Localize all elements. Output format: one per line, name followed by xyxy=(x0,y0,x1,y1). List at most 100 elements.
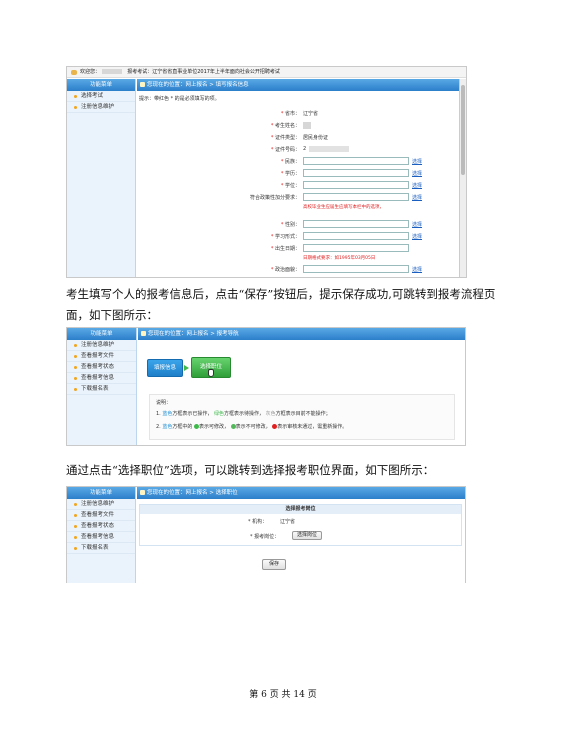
sidebar-item-view-status[interactable]: 查看报考状态 xyxy=(67,521,135,532)
field-label: * 出生日期： xyxy=(271,245,300,252)
position-panel: 选择报考岗位 * 机构： 辽宁省 * 报考岗位： 选择岗位 xyxy=(139,504,462,546)
note-text: 表示可修改， xyxy=(199,424,230,430)
field-label-text: 考生姓名： xyxy=(274,123,300,129)
sidebar-item-view-files[interactable]: 查看报考文件 xyxy=(67,351,136,362)
form-area: 提示：带红色 * 的是必须填写的项。 * 省市： 辽宁省 * 考生姓名： * 证件类型… xyxy=(137,92,459,277)
select-link[interactable]: 选择 xyxy=(412,182,422,189)
sidebar-item-select-exam[interactable]: 选择考试 xyxy=(67,91,135,102)
step-fill-info-label: 填报信息 xyxy=(153,365,176,371)
field-label-text: 符合政策性加分要求： xyxy=(249,195,300,201)
form-row: * 省市： 辽宁省 xyxy=(137,108,459,119)
sidebar-item-registration[interactable]: 注册信息维护 xyxy=(67,499,135,510)
sidebar-item-registration[interactable]: 注册信息维护 xyxy=(67,102,135,113)
select-link[interactable]: 选择 xyxy=(412,158,422,165)
paragraph-select-position: 通过点击“选择职位”选项，可以跳转到选择报考职位界面，如下图所示： xyxy=(66,460,506,481)
field-value: 居民身份证 xyxy=(303,135,329,141)
redacted-username xyxy=(101,69,122,74)
paragraph-line: 面，如下图所示： xyxy=(66,308,158,322)
form-row: * 学位： 选择 xyxy=(137,180,459,191)
sidebar-item-registration[interactable]: 注册信息维护 xyxy=(67,340,136,351)
menu-title: 功能菜单 xyxy=(67,487,135,499)
sidebar-item-download-form[interactable]: 下载报名表 xyxy=(67,543,135,554)
text-input[interactable] xyxy=(303,193,409,201)
sidebar-item-view-status[interactable]: 查看报考状态 xyxy=(67,362,136,373)
org-label: * 机构： xyxy=(248,519,268,525)
field-label: * 性别： xyxy=(281,221,300,228)
field-label-text: 性别： xyxy=(284,222,300,228)
form-hint: 提示：带红色 * 的是必须填写的项。 xyxy=(139,96,220,102)
note-text: 表示审核未通过，需重新操作。 xyxy=(277,424,348,430)
step-select-position-button[interactable]: 选择职位 xyxy=(191,357,231,378)
field-label-text: 证件号码： xyxy=(274,147,300,153)
notes-box: 说明： 1. 蓝色方框表示已操作， 绿色方框表示待操作， 灰色方框表示目前不能操… xyxy=(149,394,455,440)
post-label: * 报考岗位： xyxy=(250,534,280,540)
form-row: * 学历： 选择 xyxy=(137,168,459,179)
form-row: * 性别： 选择 xyxy=(137,219,459,230)
field-label: * 考生姓名： xyxy=(271,122,300,129)
note-text: 方框表示目前不能操作； xyxy=(275,411,331,417)
form-row: * 出生日期： 日期格式要求：如1995年03月05日 xyxy=(137,243,459,261)
sidebar-item-view-info[interactable]: 查看报考信息 xyxy=(67,532,135,543)
note-text: 方框表示待操作， xyxy=(224,411,265,417)
note-line-2: 2. 蓝色方框中的 表示可修改， 表示不可修改， 表示审核未通过，需重新操作。 xyxy=(156,423,448,430)
sidebar-item-download-form[interactable]: 下载报名表 xyxy=(67,384,136,395)
select-link[interactable]: 选择 xyxy=(412,194,422,201)
breadcrumb: 您现在的位置：网上报名 > 报考导航 xyxy=(138,328,465,340)
step-fill-info-button[interactable]: 填报信息 xyxy=(147,359,183,377)
text-input[interactable] xyxy=(303,265,409,273)
field-label: * 证件类型： xyxy=(271,134,300,141)
notes-title: 说明： xyxy=(156,400,172,406)
paragraph-line: 通过点击“选择职位”选项，可以跳转到选择报考职位界面，如下图所示： xyxy=(66,463,435,477)
paragraph-line: 考生填写个人的报考信息后，点击“保存”按钮后，提示保存成功,可跳转到报考流程页 xyxy=(66,287,496,301)
note-blue-word: 蓝色 xyxy=(162,411,173,417)
text-input[interactable] xyxy=(303,157,409,165)
scrollbar-thumb[interactable] xyxy=(461,85,465,175)
form-row: * 民族： 选择 xyxy=(137,156,459,167)
text-input[interactable] xyxy=(303,244,409,252)
field-label-text: 学习形式： xyxy=(274,234,300,240)
text-input[interactable] xyxy=(303,169,409,177)
field-label: * 省市： xyxy=(281,110,300,117)
select-link[interactable]: 选择 xyxy=(412,170,422,177)
sidebar-item-view-files[interactable]: 查看报考文件 xyxy=(67,510,135,521)
paragraph-save-result: 考生填写个人的报考信息后，点击“保存”按钮后，提示保存成功,可跳转到报考流程页 … xyxy=(66,284,506,326)
note-blue-word: 蓝色 xyxy=(162,424,173,430)
welcome-bar: 欢迎您： 报考考试：辽宁省省直事业单位2017年上半年面向社会公开招聘考试 xyxy=(67,67,466,78)
field-label: * 学位： xyxy=(281,182,300,189)
exam-name: 报考考试：辽宁省省直事业单位2017年上半年面向社会公开招聘考试 xyxy=(127,69,280,75)
screenshot-select-position: 功能菜单 注册信息维护 查看报考文件 查看报考状态 查看报考信息 下载报名表 您… xyxy=(66,486,466,583)
menu-title: 功能菜单 xyxy=(67,328,136,340)
field-note: 日期格式要求：如1995年03月05日 xyxy=(303,256,376,261)
field-label: * 学历： xyxy=(281,170,300,177)
note-text: 方框中的 xyxy=(172,424,193,430)
select-link[interactable]: 选择 xyxy=(412,233,422,240)
field-label: * 学习形式： xyxy=(271,233,300,240)
note-green-word: 绿色 xyxy=(214,411,225,417)
scrollbar[interactable] xyxy=(459,79,466,277)
screenshot-registration-form: 欢迎您： 报考考试：辽宁省省直事业单位2017年上半年面向社会公开招聘考试 功能… xyxy=(66,66,467,278)
text-input[interactable] xyxy=(303,232,409,240)
field-label-text: 政治面貌： xyxy=(274,267,300,273)
field-label-text: 民族： xyxy=(284,159,300,165)
field-value: 2 xyxy=(303,146,307,152)
redacted-name xyxy=(303,122,311,129)
panel-title: 选择报考岗位 xyxy=(140,505,461,514)
sidebar-item-view-info[interactable]: 查看报考信息 xyxy=(67,373,136,384)
text-input[interactable] xyxy=(303,181,409,189)
user-icon xyxy=(71,70,77,75)
arrow-right-icon xyxy=(184,365,189,371)
note-number: 2. xyxy=(156,424,161,430)
note-text: 方框表示已操作， xyxy=(172,411,213,417)
redacted-id-number xyxy=(309,146,349,152)
select-post-button[interactable]: 选择岗位 xyxy=(292,531,323,540)
text-input[interactable] xyxy=(303,220,409,228)
field-label-text: 学历： xyxy=(284,171,300,177)
form-row: 符合政策性加分要求： 选择 高校毕业生应届生应填写本栏中的选项， xyxy=(137,192,459,210)
save-button[interactable]: 保存 xyxy=(262,559,287,570)
select-link[interactable]: 选择 xyxy=(412,221,422,228)
field-value: 辽宁省 xyxy=(303,111,319,117)
form-row: * 政治面貌： 选择 xyxy=(137,264,459,275)
select-link[interactable]: 选择 xyxy=(412,266,422,273)
menu-title: 功能菜单 xyxy=(67,79,135,91)
form-row: * 证件类型： 居民身份证 xyxy=(137,132,459,143)
